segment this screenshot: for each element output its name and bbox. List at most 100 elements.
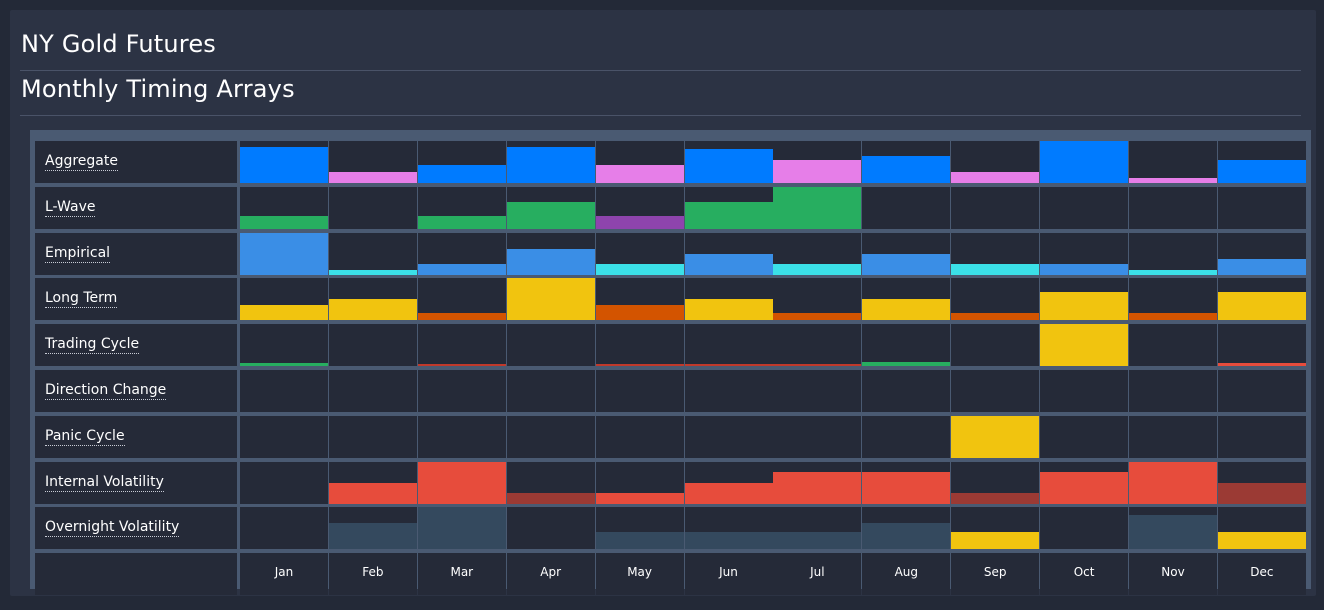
cell-l-wave-apr xyxy=(506,186,595,229)
cell-aggregate-jun xyxy=(684,141,773,183)
timing-array-grid: Aggregate L-Wave Empirical Long Term Trading… xyxy=(30,130,1311,596)
cell-aggregate-apr xyxy=(506,141,595,183)
cell-empirical-apr xyxy=(506,232,595,275)
bar-internal-volatility-nov xyxy=(1129,461,1217,504)
bar-empirical-mar xyxy=(417,263,506,275)
cell-aggregate-feb xyxy=(328,141,417,183)
cell-l-wave-mar xyxy=(417,186,506,229)
cell-internal-volatility-may xyxy=(595,461,684,504)
cell-long-term-aug xyxy=(862,278,951,321)
bar-aggregate-jun xyxy=(684,149,773,183)
cell-direction-change-apr xyxy=(506,370,595,412)
cell-internal-volatility-sep xyxy=(951,461,1040,504)
row-label-cell-overnight-volatility: Overnight Volatility xyxy=(35,507,237,550)
bar-empirical-aug xyxy=(862,253,951,275)
axis-cell-dec: Dec xyxy=(1217,553,1306,596)
cell-long-term-jul xyxy=(773,278,862,321)
cell-long-term-mar xyxy=(417,278,506,321)
bar-internal-volatility-dec xyxy=(1217,482,1306,504)
row-label-overnight-volatility[interactable]: Overnight Volatility xyxy=(45,519,180,538)
cell-empirical-jan xyxy=(240,232,328,275)
bar-aggregate-may xyxy=(595,165,684,183)
x-tick-label-jun: Jun xyxy=(719,565,738,580)
row-label-panic-cycle[interactable]: Panic Cycle xyxy=(45,428,125,446)
bar-trading-cycle-jan xyxy=(240,363,328,367)
cell-panic-cycle-sep xyxy=(951,415,1040,458)
cell-long-term-feb xyxy=(328,278,417,321)
x-tick-label-jan: Jan xyxy=(274,565,294,580)
axis-cell-may: May xyxy=(595,553,684,596)
cell-overnight-volatility-dec xyxy=(1217,507,1306,550)
bar-trading-cycle-jun xyxy=(684,364,773,367)
cell-overnight-volatility-jan xyxy=(240,507,328,550)
cell-long-term-nov xyxy=(1129,278,1217,321)
row-label-aggregate[interactable]: Aggregate xyxy=(45,153,118,171)
cell-aggregate-nov xyxy=(1129,141,1217,183)
bar-aggregate-oct xyxy=(1040,141,1129,183)
cell-panic-cycle-jun xyxy=(684,415,773,458)
bar-trading-cycle-aug xyxy=(862,362,951,367)
row-label-direction-change[interactable]: Direction Change xyxy=(45,382,167,400)
x-tick-label-nov: Nov xyxy=(1161,565,1185,580)
bar-empirical-jan xyxy=(240,232,328,275)
axis-cell-mar: Mar xyxy=(417,553,506,596)
cell-panic-cycle-aug xyxy=(862,415,951,458)
cell-aggregate-dec xyxy=(1217,141,1306,183)
bar-internal-volatility-oct xyxy=(1040,471,1129,504)
x-tick-label-jul: Jul xyxy=(810,565,825,580)
row-label-trading-cycle[interactable]: Trading Cycle xyxy=(45,336,140,355)
cell-internal-volatility-jan xyxy=(240,461,328,504)
cell-direction-change-jan xyxy=(240,370,328,412)
bar-long-term-jan xyxy=(240,305,328,321)
cell-long-term-apr xyxy=(506,278,595,321)
bar-overnight-volatility-feb xyxy=(328,523,417,550)
cell-direction-change-jul xyxy=(773,370,862,412)
cell-overnight-volatility-jun xyxy=(684,507,773,550)
cell-empirical-aug xyxy=(862,232,951,275)
cell-internal-volatility-aug xyxy=(862,461,951,504)
bar-aggregate-jan xyxy=(240,147,328,183)
cell-direction-change-feb xyxy=(328,370,417,412)
cell-trading-cycle-jun xyxy=(684,324,773,367)
cell-direction-change-sep xyxy=(951,370,1040,412)
cell-trading-cycle-oct xyxy=(1040,324,1129,367)
bar-l-wave-apr xyxy=(506,201,595,229)
bar-long-term-feb xyxy=(328,299,417,321)
row-label-cell-l-wave: L-Wave xyxy=(35,186,237,229)
cell-empirical-sep xyxy=(951,232,1040,275)
x-tick-label-oct: Oct xyxy=(1073,565,1095,580)
cell-direction-change-oct xyxy=(1040,370,1129,412)
cell-panic-cycle-jul xyxy=(773,415,862,458)
bar-aggregate-aug xyxy=(862,156,951,183)
cell-direction-change-nov xyxy=(1129,370,1217,412)
bar-panic-cycle-sep xyxy=(951,415,1040,458)
bar-empirical-feb xyxy=(328,269,417,275)
row-label-internal-volatility[interactable]: Internal Volatility xyxy=(45,474,164,492)
row-label-long-term[interactable]: Long Term xyxy=(45,290,118,309)
row-label-cell-internal-volatility: Internal Volatility xyxy=(35,461,237,504)
cell-internal-volatility-oct xyxy=(1040,461,1129,504)
cell-empirical-oct xyxy=(1040,232,1129,275)
cell-empirical-nov xyxy=(1129,232,1217,275)
chart-subtitle: Monthly Timing Arrays xyxy=(21,75,295,103)
bar-aggregate-mar xyxy=(417,165,506,183)
cell-empirical-feb xyxy=(328,232,417,275)
axis-cell-jan: Jan xyxy=(240,553,328,596)
bar-internal-volatility-jul xyxy=(773,471,862,504)
bar-aggregate-feb xyxy=(328,172,417,183)
bar-internal-volatility-sep xyxy=(951,492,1040,504)
cell-trading-cycle-dec xyxy=(1217,324,1306,367)
cell-empirical-jul xyxy=(773,232,862,275)
bar-l-wave-jul xyxy=(773,186,862,229)
cell-overnight-volatility-oct xyxy=(1040,507,1129,550)
cell-overnight-volatility-may xyxy=(595,507,684,550)
axis-corner-cell xyxy=(35,553,237,596)
bar-empirical-nov xyxy=(1129,269,1217,275)
row-label-empirical[interactable]: Empirical xyxy=(45,245,111,263)
cell-l-wave-jan xyxy=(240,186,328,229)
row-label-cell-trading-cycle: Trading Cycle xyxy=(35,324,237,367)
row-label-l-wave[interactable]: L-Wave xyxy=(45,199,96,217)
bar-l-wave-mar xyxy=(417,215,506,229)
cell-long-term-jun xyxy=(684,278,773,321)
x-tick-label-sep: Sep xyxy=(983,565,1007,580)
